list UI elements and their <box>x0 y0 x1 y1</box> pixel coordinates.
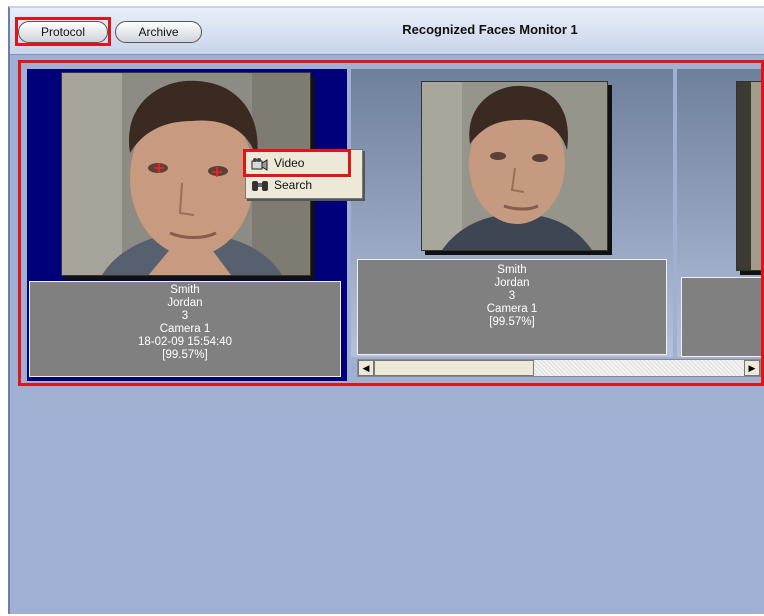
camcorder-icon <box>251 156 269 171</box>
scroll-left-button[interactable]: ◀ <box>358 360 374 376</box>
person-id: 3 <box>508 290 516 302</box>
face-photo <box>421 81 608 251</box>
binoculars-icon <box>251 178 269 192</box>
context-menu-search[interactable]: Search <box>246 174 362 196</box>
window-title: Recognized Faces Monitor 1 <box>402 22 578 37</box>
context-menu-video[interactable]: Video <box>246 152 362 174</box>
confidence: [99.57%] <box>489 316 535 328</box>
camera-name: Camera 1 <box>159 323 211 335</box>
last-name: Smith <box>497 264 527 276</box>
recognized-faces-window: Protocol Archive Recognized Faces Monito… <box>8 6 764 614</box>
context-menu: Video Search <box>245 149 363 199</box>
timestamp: 18-02-09 15:54:40 <box>138 336 232 348</box>
first-name: Jordan <box>167 297 203 309</box>
confidence: [99.57%] <box>162 349 208 361</box>
face-info-panel: Smith Jordan 3 Camera 1 18-02-09 15:54:4… <box>29 281 341 377</box>
face-card-partial[interactable] <box>677 69 761 357</box>
person-id: 3 <box>181 310 189 322</box>
scroll-right-button[interactable]: ▶ <box>744 360 760 376</box>
face-info-panel: Smith Jordan 3 Camera 1 [99.57%] <box>357 259 667 355</box>
face-card-selected[interactable]: Smith Jordan 3 Camera 1 18-02-09 15:54:4… <box>27 69 347 381</box>
scroll-thumb[interactable] <box>374 360 534 376</box>
camera-name: Camera 1 <box>486 303 538 315</box>
face-photo <box>736 81 761 271</box>
toolbar: Protocol Archive Recognized Faces Monito… <box>10 8 764 55</box>
context-menu-search-label: Search <box>274 178 313 192</box>
protocol-button[interactable]: Protocol <box>18 21 108 43</box>
context-menu-video-label: Video <box>274 156 305 170</box>
last-name: Smith <box>170 284 200 296</box>
face-info-panel <box>681 277 761 357</box>
face-card[interactable]: Smith Jordan 3 Camera 1 [99.57%] <box>351 69 673 357</box>
first-name: Jordan <box>494 277 530 289</box>
horizontal-scrollbar[interactable]: ◀ ▶ <box>357 359 761 377</box>
faces-strip: Smith Jordan 3 Camera 1 18-02-09 15:54:4… <box>18 60 764 386</box>
archive-button[interactable]: Archive <box>115 21 202 43</box>
